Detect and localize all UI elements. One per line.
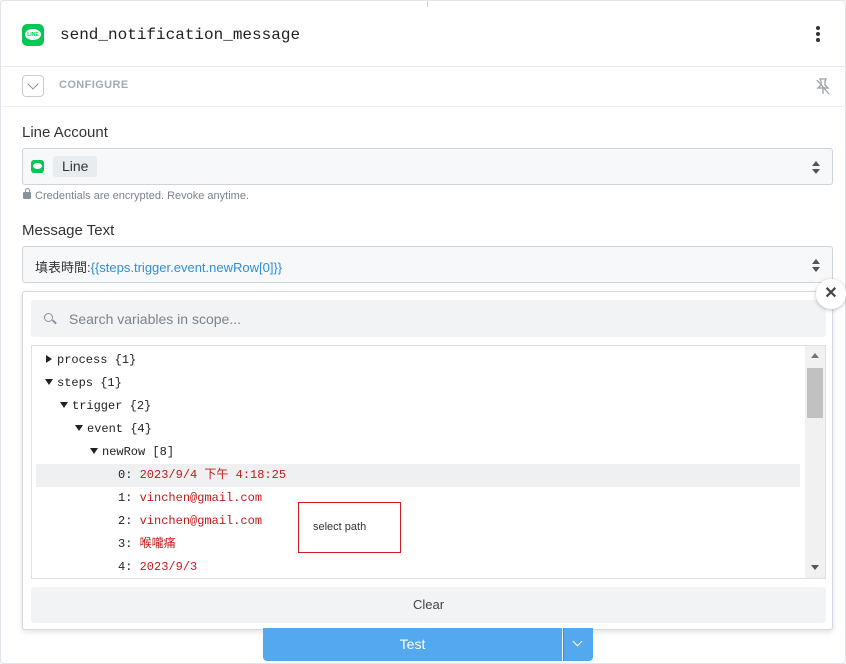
tree-leaf-2[interactable]: 2: vinchen@gmail.com <box>32 510 804 533</box>
step-card: LINE send_notification_message CONFIGURE… <box>0 0 846 664</box>
tree-node-process[interactable]: process {1} <box>32 349 804 372</box>
clear-button[interactable]: Clear <box>31 587 826 623</box>
search-icon <box>44 313 53 322</box>
caret-right-icon[interactable] <box>46 355 52 363</box>
caret-down-icon[interactable] <box>90 448 98 454</box>
tree-node-newrow[interactable]: newRow [8] <box>32 441 804 464</box>
tree-leaf-3[interactable]: 3: 喉嚨痛 <box>32 533 804 556</box>
scroll-up-icon[interactable] <box>811 353 819 358</box>
tree-scrollbar[interactable] <box>805 346 825 578</box>
tree-node-event[interactable]: event {4} <box>32 418 804 441</box>
close-popup-button[interactable]: ✕ <box>816 279 846 309</box>
select-arrows-icon <box>811 259 821 272</box>
unpin-icon[interactable] <box>816 78 830 96</box>
configure-section-toggle[interactable]: CONFIGURE <box>1 67 846 107</box>
variable-tree: process {1} steps {1} trigger {2} event … <box>31 345 826 579</box>
chevron-down-icon[interactable] <box>22 75 44 97</box>
select-arrows-icon <box>811 161 821 174</box>
step-title[interactable]: send_notification_message <box>60 26 300 44</box>
scroll-thumb[interactable] <box>807 368 823 418</box>
scroll-down-icon[interactable] <box>811 565 819 570</box>
configure-label: CONFIGURE <box>59 79 129 91</box>
variable-search <box>31 300 826 337</box>
credentials-note: Credentials are encrypted. Revoke anytim… <box>23 188 249 202</box>
lock-icon <box>23 188 31 199</box>
variables-popup: process {1} steps {1} trigger {2} event … <box>22 291 833 630</box>
tree-leaf-1[interactable]: 1: vinchen@gmail.com <box>32 487 804 510</box>
test-button[interactable]: Test <box>263 628 562 661</box>
caret-down-icon[interactable] <box>60 402 68 408</box>
test-options-chevron-down-icon[interactable] <box>563 628 593 661</box>
line-app-icon: LINE <box>22 24 44 46</box>
message-text-input[interactable]: 填表時間:{{steps.trigger.event.newRow[0]}} <box>22 246 833 283</box>
tree-leaf-4[interactable]: 4: 2023/9/3 <box>32 556 804 578</box>
line-account-icon <box>31 160 44 173</box>
select-path-tooltip[interactable]: select path <box>298 502 401 553</box>
line-account-label: Line Account <box>22 124 108 141</box>
caret-down-icon[interactable] <box>45 379 53 385</box>
tree-leaf-0[interactable]: 0: 2023/9/4 下午 4:18:25 <box>36 464 800 487</box>
message-text-label: Message Text <box>22 222 115 239</box>
line-account-chip: Line <box>53 156 98 177</box>
search-input[interactable] <box>69 308 769 329</box>
line-account-select[interactable]: Line <box>22 148 833 185</box>
message-text-value: 填表時間:{{steps.trigger.event.newRow[0]}} <box>35 260 283 275</box>
tree-node-trigger[interactable]: trigger {2} <box>32 395 804 418</box>
tree-node-steps[interactable]: steps {1} <box>32 372 804 395</box>
more-options-icon[interactable] <box>811 25 825 45</box>
step-header: LINE send_notification_message <box>1 1 846 67</box>
caret-down-icon[interactable] <box>75 425 83 431</box>
